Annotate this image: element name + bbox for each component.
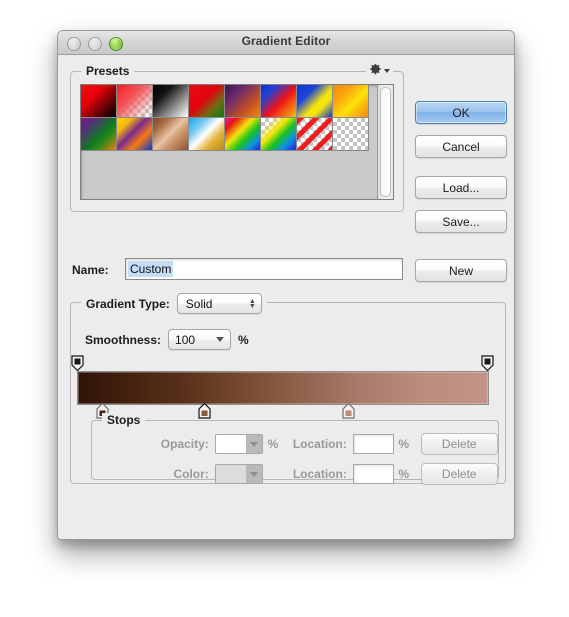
preset-swatch-fill bbox=[333, 85, 368, 117]
delete-opacity-stop-button[interactable]: Delete bbox=[420, 433, 498, 455]
opacity-input-value bbox=[215, 435, 247, 453]
chevron-down-icon bbox=[216, 337, 225, 342]
ok-button[interactable]: OK bbox=[415, 101, 507, 124]
preset-swatch-orange-yellow-orange[interactable] bbox=[332, 85, 369, 118]
preset-swatch-foreground-to-transparent-red[interactable] bbox=[116, 85, 153, 118]
preset-swatch-fill bbox=[297, 118, 332, 150]
cancel-button[interactable]: Cancel bbox=[415, 135, 507, 158]
presets-well[interactable] bbox=[80, 84, 394, 200]
stops-group: Stops Opacity: % Location: % Delete Colo… bbox=[91, 413, 499, 485]
preset-swatch-fill bbox=[225, 118, 260, 150]
preset-swatch-black-white[interactable] bbox=[152, 85, 189, 118]
delete-color-stop-button[interactable]: Delete bbox=[420, 463, 498, 485]
preset-swatch-blue-red-yellow[interactable] bbox=[260, 85, 297, 118]
smoothness-select[interactable]: 100 bbox=[168, 329, 232, 350]
presets-group: Presets bbox=[70, 63, 404, 212]
presets-scrollbar-thumb[interactable] bbox=[380, 87, 391, 197]
preset-swatch-fill bbox=[189, 85, 224, 117]
preset-swatch-foreground-to-background-red-black[interactable] bbox=[81, 85, 117, 118]
name-label: Name: bbox=[72, 263, 109, 277]
color-location-unit: % bbox=[398, 467, 410, 481]
opacity-unit: % bbox=[267, 437, 279, 451]
preset-swatch-fill bbox=[81, 85, 116, 117]
name-input-value: Custom bbox=[128, 261, 174, 277]
gradient-preview-bar[interactable] bbox=[77, 371, 489, 405]
preset-swatch-copper[interactable] bbox=[152, 117, 189, 151]
preset-swatch-fill bbox=[153, 118, 188, 150]
save-button[interactable]: Save... bbox=[415, 210, 507, 233]
opacity-location-unit: % bbox=[398, 437, 410, 451]
load-button[interactable]: Load... bbox=[415, 176, 507, 199]
stops-legend: Stops bbox=[102, 413, 146, 427]
smoothness-label: Smoothness: bbox=[85, 332, 162, 347]
color-location-input[interactable] bbox=[352, 464, 395, 484]
gradient-editor-window: Gradient Editor Presets OK Cancel Load..… bbox=[57, 30, 515, 540]
updown-arrows-icon: ▲ ▼ bbox=[248, 297, 256, 310]
preset-swatch-fill bbox=[117, 118, 152, 150]
gradient-type-legend: Gradient Type: Solid ▲ ▼ bbox=[81, 293, 267, 314]
smoothness-row: Smoothness: 100 % bbox=[85, 329, 249, 350]
color-stop-3[interactable] bbox=[341, 402, 355, 419]
opacity-location-label: Location: bbox=[292, 437, 347, 451]
preset-swatch-fill bbox=[261, 85, 296, 117]
presets-grid bbox=[81, 85, 377, 151]
color-label: Color: bbox=[173, 467, 209, 481]
presets-scrollbar[interactable] bbox=[377, 85, 393, 199]
preset-swatch-transparent-to-transparent[interactable] bbox=[332, 117, 369, 151]
opacity-location-input[interactable] bbox=[352, 434, 395, 454]
new-button[interactable]: New bbox=[415, 259, 507, 282]
preset-swatch-red-green[interactable] bbox=[188, 85, 225, 118]
preset-swatch-yellow-violet-orange-blue[interactable] bbox=[116, 117, 153, 151]
presets-legend: Presets bbox=[81, 64, 135, 78]
preset-swatch-fill bbox=[153, 85, 188, 117]
window-title: Gradient Editor bbox=[241, 34, 331, 48]
chevron-down-icon bbox=[246, 465, 262, 483]
gradient-type-select[interactable]: Solid ▲ ▼ bbox=[176, 293, 262, 314]
preset-swatch-chrome[interactable] bbox=[188, 117, 225, 151]
preset-swatch-transparent-rainbow[interactable] bbox=[260, 117, 297, 151]
chevron-down-icon bbox=[384, 69, 390, 73]
window-titlebar: Gradient Editor bbox=[58, 31, 514, 55]
preset-swatch-transparent-stripes-red[interactable] bbox=[296, 117, 333, 151]
gradient-bar-area bbox=[71, 355, 505, 419]
opacity-stop-left[interactable] bbox=[71, 355, 84, 372]
name-input[interactable]: Custom bbox=[125, 258, 403, 280]
gear-icon[interactable] bbox=[366, 63, 393, 76]
preset-swatch-violet-green-orange[interactable] bbox=[81, 117, 117, 151]
preset-swatch-fill bbox=[81, 118, 116, 150]
opacity-stop-row: Opacity: % Location: % Delete bbox=[92, 433, 498, 455]
gradient-type-label: Gradient Type: bbox=[86, 296, 170, 311]
color-swatch-input[interactable] bbox=[214, 464, 263, 484]
smoothness-value: 100 bbox=[175, 332, 196, 347]
gradient-type-group: Gradient Type: Solid ▲ ▼ Smoothness: 100 … bbox=[70, 293, 506, 485]
preset-swatch-blue-yellow-blue[interactable] bbox=[296, 85, 333, 118]
opacity-label: Opacity: bbox=[160, 437, 209, 451]
preset-swatch-fill bbox=[261, 118, 296, 150]
gradient-type-value: Solid bbox=[185, 296, 213, 311]
chevron-down-icon bbox=[246, 435, 262, 453]
opacity-stop-right[interactable] bbox=[481, 355, 494, 372]
color-stop-2[interactable] bbox=[198, 402, 211, 419]
preset-swatch-fill bbox=[189, 118, 224, 150]
color-location-label: Location: bbox=[292, 467, 347, 481]
preset-swatch-fill bbox=[225, 85, 260, 117]
opacity-input[interactable] bbox=[214, 434, 263, 454]
smoothness-unit: % bbox=[238, 332, 249, 347]
preset-swatch-fill bbox=[117, 85, 152, 117]
dialog-content: Presets OK Cancel Load... Save... New Na… bbox=[58, 55, 514, 539]
preset-swatch-spectrum[interactable] bbox=[224, 117, 261, 151]
color-swatch-well bbox=[215, 465, 247, 483]
preset-swatch-fill bbox=[297, 85, 332, 117]
color-stop-row: Color: Location: % Delete bbox=[92, 463, 498, 485]
preset-swatch-violet-orange[interactable] bbox=[224, 85, 261, 118]
preset-swatch-fill bbox=[333, 118, 368, 150]
